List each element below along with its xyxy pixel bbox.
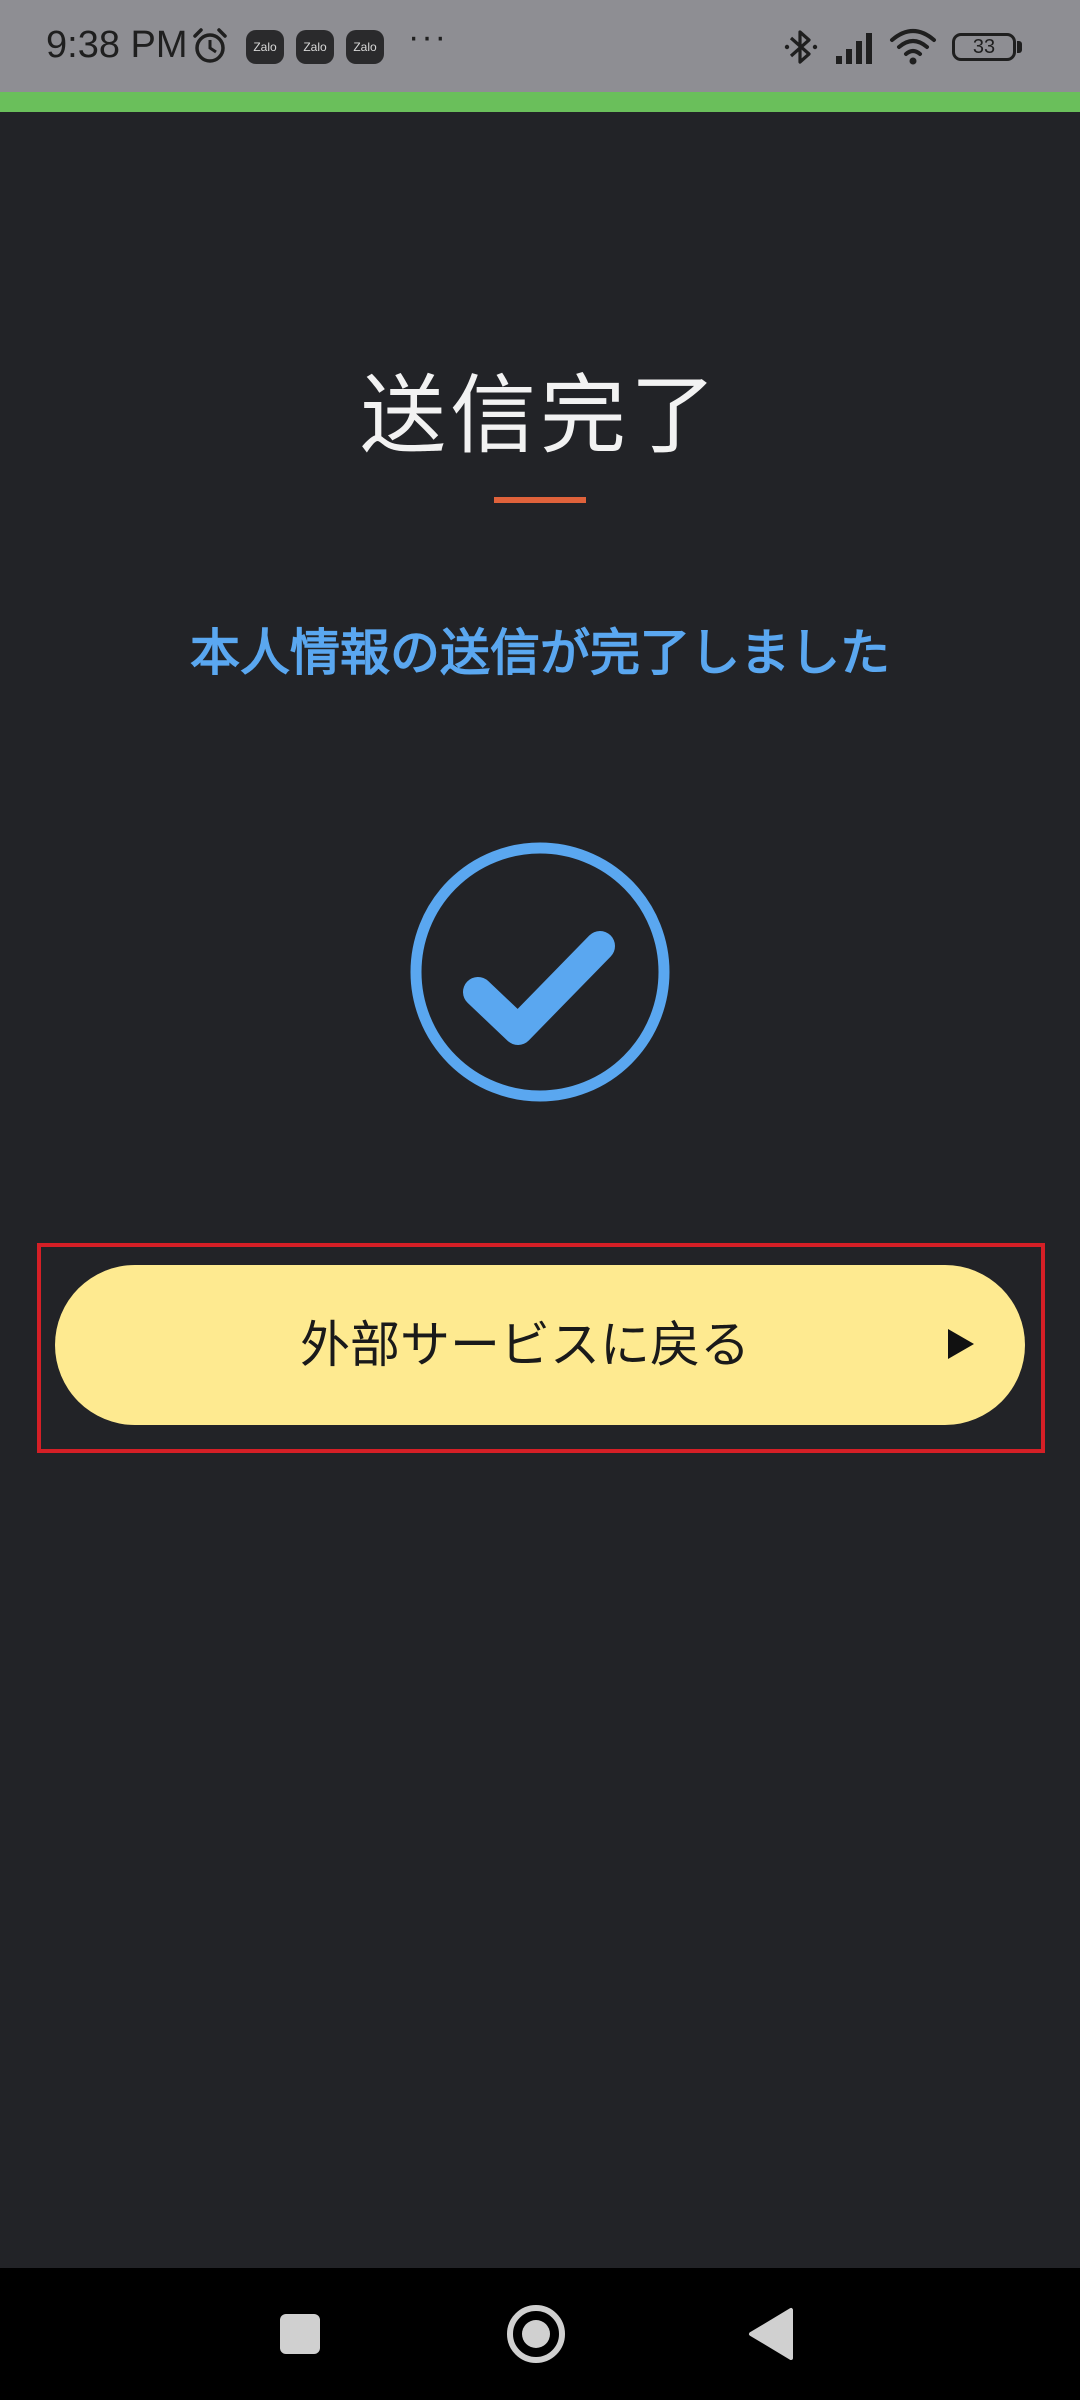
- status-bar: 9:38 PM Zalo Zalo Zalo ··· 33: [0, 0, 1080, 92]
- zalo-notification-icon: Zalo: [246, 30, 284, 64]
- check-circle-icon: [410, 842, 670, 1102]
- return-button-label: 外部サービスに戻る: [300, 1316, 750, 1374]
- zalo-notification-icon: Zalo: [346, 30, 384, 64]
- more-notifications-indicator: ···: [408, 18, 448, 56]
- title-divider: [494, 497, 586, 503]
- progress-bar: [0, 92, 1080, 112]
- screen: 9:38 PM Zalo Zalo Zalo ··· 33 送信完了 本人情報の…: [0, 0, 1080, 2400]
- square-recents-icon[interactable]: [278, 2312, 322, 2356]
- navigation-bar: [0, 2268, 1080, 2400]
- zalo-notification-icon: Zalo: [296, 30, 334, 64]
- cell-signal-icon: [836, 33, 872, 64]
- return-to-external-service-button[interactable]: 外部サービスに戻る: [55, 1265, 1025, 1425]
- triangle-back-icon[interactable]: [745, 2306, 795, 2362]
- bluetooth-icon: [784, 30, 818, 64]
- battery-tip: [1017, 41, 1022, 53]
- circle-home-icon[interactable]: [505, 2303, 567, 2365]
- alarm-clock-icon: [193, 28, 227, 63]
- completion-message: 本人情報の送信が完了しました: [190, 624, 890, 682]
- page-title: 送信完了: [360, 366, 720, 466]
- wifi-icon: [890, 29, 936, 65]
- play-arrow-icon: [948, 1329, 974, 1359]
- status-time: 9:38 PM: [46, 24, 188, 66]
- battery-indicator: 33: [952, 33, 1016, 61]
